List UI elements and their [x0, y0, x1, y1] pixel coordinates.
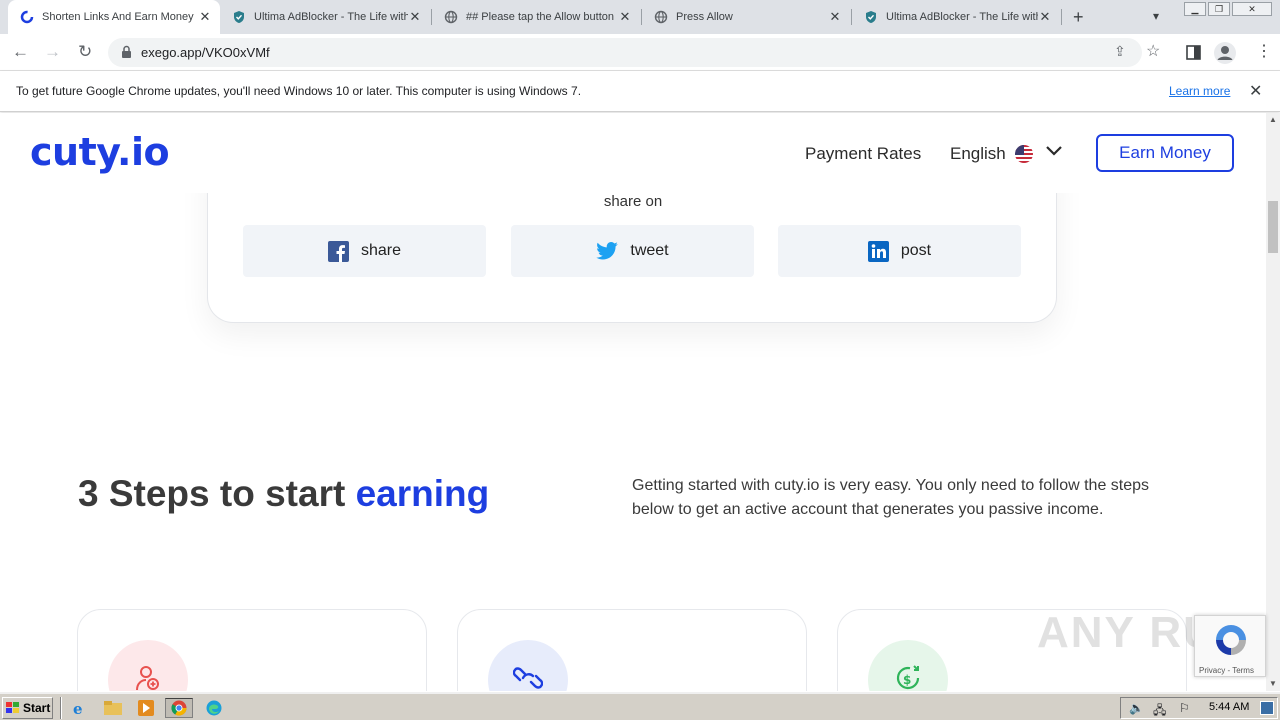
link-icon [513, 667, 543, 689]
new-tab-icon[interactable]: + [1073, 7, 1084, 28]
action-center-flag-icon[interactable]: ⚐ [1179, 701, 1190, 715]
tab-press-allow[interactable]: Press Allow ✕ [642, 0, 850, 34]
infobar-message: To get future Google Chrome updates, you… [16, 84, 582, 98]
close-window-icon[interactable]: ✕ [1232, 2, 1272, 16]
windows-logo-icon [6, 702, 19, 713]
media-player-icon[interactable] [136, 698, 156, 718]
url-text[interactable]: exego.app/VKO0xVMf [141, 45, 270, 60]
globe-favicon-icon [654, 10, 668, 24]
file-explorer-icon[interactable] [103, 698, 123, 718]
share-heading: share on [603, 193, 663, 210]
page-viewport: cuty.io Payment Rates English Earn Money… [0, 113, 1266, 691]
windows-taskbar: Start e 🔈 🖧 ⚐ 5:44 AM [0, 692, 1280, 720]
edge-icon[interactable] [204, 698, 224, 718]
system-tray: 🔈 🖧 ⚐ [1120, 697, 1278, 719]
bookmark-star-icon[interactable]: ☆ [1146, 41, 1160, 61]
site-header: cuty.io Payment Rates English Earn Money [0, 113, 1266, 193]
user-add-icon [136, 666, 159, 691]
nav-payment-rates[interactable]: Payment Rates [805, 144, 921, 164]
share-page-icon[interactable]: ⇪ [1114, 43, 1126, 60]
scroll-down-arrow-icon[interactable]: ▼ [1269, 679, 1277, 688]
step-icon-circle [488, 640, 568, 691]
facebook-icon [327, 240, 349, 262]
money-icon: $ [896, 665, 920, 690]
tab-search-chevron-icon[interactable]: ▾ [1153, 9, 1159, 23]
linkedin-share-button[interactable]: post [778, 225, 1021, 277]
lock-icon[interactable] [121, 45, 132, 59]
recaptcha-badge[interactable]: Privacy - Terms [1194, 615, 1266, 677]
tab-please-allow[interactable]: ## Please tap the Allow button ✕ [432, 0, 640, 34]
reload-icon[interactable]: ↻ [78, 42, 92, 62]
step-icon-circle: $ [868, 640, 948, 691]
start-label: Start [23, 701, 51, 715]
steps-title: 3 Steps to start earning [78, 473, 489, 515]
tab-title: Press Allow [676, 11, 733, 23]
tab-ultima-adblocker-2[interactable]: Ultima AdBlocker - The Life with ✕ [852, 0, 1060, 34]
step-card-link [457, 609, 807, 691]
tab-shorten-links[interactable]: Shorten Links And Earn Money ✕ [8, 0, 220, 34]
network-icon[interactable]: 🖧 [1153, 701, 1166, 720]
svg-text:e: e [73, 700, 83, 716]
learn-more-link[interactable]: Learn more [1169, 84, 1230, 98]
chrome-taskbar-icon[interactable] [165, 698, 193, 718]
step-icon-circle [108, 640, 188, 691]
tab-title: Ultima AdBlocker - The Life with [886, 11, 1038, 23]
tweet-button-label: tweet [630, 242, 669, 259]
close-tab-icon[interactable]: ✕ [198, 9, 212, 25]
start-button[interactable]: Start [2, 697, 53, 719]
restore-window-icon[interactable]: ❐ [1208, 2, 1230, 16]
shield-favicon-icon [866, 11, 876, 23]
taskbar-clock[interactable]: 5:44 AM [1209, 701, 1249, 713]
tab-ultima-adblocker-1[interactable]: Ultima AdBlocker - The Life with ✕ [220, 0, 430, 34]
facebook-share-button[interactable]: share [243, 225, 486, 277]
share-button-label: share [360, 242, 402, 259]
close-tab-icon[interactable]: ✕ [828, 9, 842, 25]
globe-favicon-icon [444, 10, 458, 24]
linkedin-icon [867, 240, 889, 262]
shield-favicon-icon [234, 11, 244, 23]
profile-avatar-icon[interactable] [1213, 41, 1237, 65]
scroll-thumb[interactable] [1268, 201, 1278, 253]
recaptcha-privacy-terms[interactable]: Privacy - Terms [1199, 666, 1254, 675]
language-selector[interactable]: English [950, 144, 1006, 164]
side-panel-icon[interactable] [1186, 45, 1201, 60]
address-bar[interactable]: exego.app/VKO0xVMf ⇪ ☆ [108, 38, 1160, 67]
update-infobar: To get future Google Chrome updates, you… [0, 71, 1280, 112]
tab-separator [1061, 9, 1062, 25]
steps-description: Getting started with cuty.io is very eas… [632, 477, 1150, 518]
show-desktop-icon[interactable] [1260, 701, 1274, 715]
svg-text:$: $ [903, 673, 911, 687]
minimize-window-icon[interactable]: ▁ [1184, 2, 1206, 16]
earn-money-button[interactable]: Earn Money [1096, 134, 1234, 172]
close-tab-icon[interactable]: ✕ [618, 9, 632, 25]
twitter-icon [596, 242, 619, 260]
internet-explorer-icon[interactable]: e [70, 698, 90, 718]
step-card-signup [77, 609, 427, 691]
forward-icon[interactable]: → [44, 42, 61, 62]
cuty-logo[interactable]: cuty.io [30, 130, 170, 174]
volume-icon[interactable]: 🔈 [1129, 701, 1144, 715]
tab-title: Shorten Links And Earn Money [42, 11, 194, 23]
browser-toolbar: ← → ↻ exego.app/VKO0xVMf ⇪ ☆ ⋮ [0, 34, 1280, 71]
page-scrollbar[interactable]: ▲ ▼ [1266, 113, 1280, 691]
chrome-menu-icon[interactable]: ⋮ [1256, 41, 1272, 61]
tab-title: ## Please tap the Allow button [466, 11, 614, 23]
cuty-favicon-icon [20, 10, 34, 24]
steps-title-prefix: 3 Steps to start [78, 473, 356, 514]
infobar-close-icon[interactable]: ✕ [1249, 81, 1262, 101]
tab-strip: Shorten Links And Earn Money ✕ Ultima Ad… [0, 0, 1280, 34]
scroll-up-arrow-icon[interactable]: ▲ [1269, 115, 1277, 124]
twitter-share-button[interactable]: tweet [511, 225, 754, 277]
taskbar-separator [60, 697, 62, 719]
post-button-label: post [900, 242, 932, 259]
back-icon[interactable]: ← [12, 42, 29, 62]
recaptcha-logo-icon [1216, 625, 1246, 655]
steps-title-accent: earning [355, 473, 490, 514]
close-tab-icon[interactable]: ✕ [408, 9, 422, 25]
close-tab-icon[interactable]: ✕ [1038, 9, 1052, 25]
tab-title: Ultima AdBlocker - The Life with [254, 11, 408, 23]
us-flag-icon [1015, 145, 1033, 163]
chevron-down-icon[interactable] [1045, 144, 1063, 156]
